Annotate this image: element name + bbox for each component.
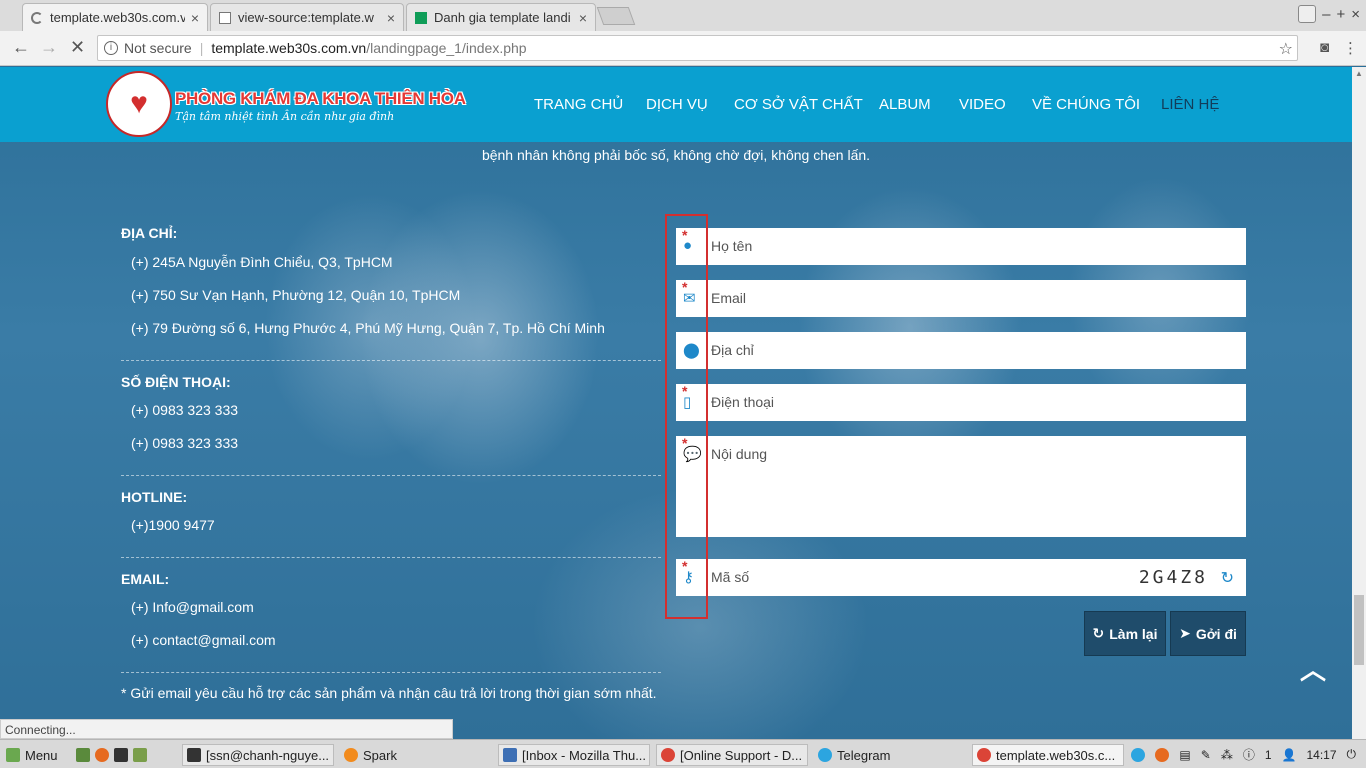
- address-line: (+) 245A Nguyễn Đình Chiểu, Q3, TpHCM: [131, 254, 393, 270]
- email-line: (+) contact@gmail.com: [131, 632, 276, 648]
- hotline-line: (+)1900 9477: [131, 517, 215, 533]
- divider: [121, 360, 661, 361]
- scroll-up-icon[interactable]: ▲: [1355, 69, 1363, 78]
- taskbar-item-thunderbird[interactable]: [Inbox - Mozilla Thu...: [498, 744, 650, 766]
- toolbar-icons: ◙ ⋮: [1320, 39, 1358, 57]
- chrome-menu-icon[interactable]: ⋮: [1343, 39, 1358, 57]
- quicklaunch: [72, 744, 151, 766]
- os-taskbar: Menu [ssn@chanh-nguye... Spark [Inbox - …: [0, 739, 1366, 768]
- close-tab-icon[interactable]: ×: [579, 10, 587, 26]
- name-input[interactable]: * ● Họ tên: [676, 227, 1246, 265]
- phone-line: (+) 0983 323 333: [131, 435, 239, 451]
- minimize-icon[interactable]: –: [1322, 6, 1330, 23]
- pen-icon[interactable]: ✎: [1201, 748, 1211, 762]
- tab-danh-gia[interactable]: Danh gia template landi ×: [406, 3, 596, 31]
- taskbar-item-chrome-active[interactable]: template.web30s.c...: [972, 744, 1124, 766]
- start-menu-button[interactable]: Menu: [2, 744, 62, 766]
- spark-icon: [344, 748, 358, 762]
- scroll-to-top-icon[interactable]: ︿: [1300, 650, 1326, 687]
- mint-logo-icon: [6, 748, 20, 762]
- phone-line: (+) 0983 323 333: [131, 402, 239, 418]
- highlight-annotation-box: [665, 214, 708, 619]
- info-icon[interactable]: i: [104, 41, 118, 55]
- web-page: ♥ PHÒNG KHÁM ĐA KHOA THIÊN HÒA Tận tâm n…: [0, 67, 1352, 739]
- browser-tab-bar: template.web30s.com.vn × view-source:tem…: [0, 0, 1366, 31]
- desktop-icon[interactable]: [76, 748, 90, 762]
- thunderbird-icon: [503, 748, 517, 762]
- new-tab-button[interactable]: [596, 7, 636, 25]
- forward-icon[interactable]: →: [40, 37, 58, 58]
- address-line: (+) 79 Đường số 6, Hưng Phước 4, Phú Mỹ …: [131, 320, 605, 336]
- telegram-tray-icon[interactable]: [1131, 747, 1146, 762]
- reset-button[interactable]: ↻ Làm lại: [1084, 611, 1166, 656]
- power-icon[interactable]: ⏻: [1347, 747, 1357, 762]
- email-input[interactable]: * ✉ Email: [676, 279, 1246, 317]
- tab-template[interactable]: template.web30s.com.vn ×: [22, 3, 208, 31]
- support-note: * Gửi email yêu cầu hỗ trợ các sản phẩm …: [121, 685, 657, 701]
- submit-button[interactable]: ➤ Gởi đi: [1170, 611, 1246, 656]
- maximize-icon[interactable]: +: [1336, 6, 1345, 23]
- page-scrollbar[interactable]: ▲: [1352, 67, 1366, 739]
- address-input[interactable]: ⬤ Địa chỉ: [676, 332, 1246, 369]
- divider: [121, 475, 661, 476]
- taskbar-item-telegram[interactable]: Telegram: [814, 744, 964, 766]
- hotline-heading: HOTLINE:: [121, 489, 188, 505]
- taskbar-item-online-support[interactable]: [Online Support - D...: [656, 744, 808, 766]
- notification-icon[interactable]: ⓘ: [1243, 746, 1255, 763]
- chrome-icon: [977, 748, 991, 762]
- nav-video[interactable]: VIDEO: [959, 96, 1006, 113]
- nav-co-so-vat-chat[interactable]: CƠ SỞ VẬT CHẤT: [734, 96, 863, 113]
- system-tray: ▤ ✎ ⁂ ⓘ 1 👤 14:17 ⏻: [1131, 746, 1356, 763]
- captcha-image: 2G4Z8: [1138, 567, 1208, 588]
- phone-input[interactable]: * ▯ Điện thoại: [676, 383, 1246, 421]
- address-heading: ĐỊA CHỈ:: [121, 225, 178, 241]
- address-line: (+) 750 Sư Vạn Hạnh, Phường 12, Quận 10,…: [131, 287, 461, 303]
- clock[interactable]: 14:17: [1306, 748, 1336, 762]
- chrome-icon: [661, 748, 675, 762]
- terminal-icon[interactable]: [114, 748, 128, 762]
- refresh-captcha-icon[interactable]: ↻: [1221, 568, 1234, 588]
- taskbar-item-terminal[interactable]: [ssn@chanh-nguye...: [182, 744, 334, 766]
- terminal-icon: [187, 748, 201, 762]
- phone-heading: SỐ ĐIỆN THOẠI:: [121, 374, 231, 390]
- close-window-icon[interactable]: ×: [1351, 6, 1360, 23]
- browser-toolbar: ← → ✕ i Not secure | template.web30s.com…: [0, 31, 1366, 66]
- address-bar[interactable]: i Not secure | template.web30s.com.vn /l…: [97, 35, 1298, 61]
- captcha-input[interactable]: * ⚷ Mã số 2G4Z8 ↻: [676, 558, 1246, 596]
- close-tab-icon[interactable]: ×: [191, 10, 199, 26]
- divider: [121, 672, 661, 673]
- scrollbar-thumb[interactable]: [1354, 595, 1364, 665]
- divider: [121, 557, 661, 558]
- bookmark-star-icon[interactable]: ☆: [1279, 39, 1293, 59]
- camera-icon[interactable]: ◙: [1320, 39, 1329, 57]
- send-icon: ➤: [1179, 625, 1191, 641]
- keyboard-icon[interactable]: ▤: [1179, 748, 1190, 762]
- sheets-icon: [415, 11, 427, 24]
- back-icon[interactable]: ←: [12, 37, 30, 58]
- email-heading: EMAIL:: [121, 571, 170, 587]
- close-tab-icon[interactable]: ×: [387, 10, 395, 26]
- email-line: (+) Info@gmail.com: [131, 599, 254, 615]
- user-icon[interactable]: 👤: [1282, 748, 1297, 762]
- telegram-icon: [818, 748, 832, 762]
- tab-view-source[interactable]: view-source:template.w ×: [210, 3, 404, 31]
- folder-icon[interactable]: [133, 748, 147, 762]
- page-icon: [219, 11, 231, 24]
- status-bubble: Connecting...: [0, 719, 453, 739]
- firefox-icon[interactable]: [95, 748, 109, 762]
- network-icon[interactable]: ⁂: [1221, 748, 1233, 762]
- firefox-tray-icon[interactable]: [1155, 747, 1170, 762]
- taskbar-item-spark[interactable]: Spark: [340, 744, 490, 766]
- refresh-icon: ↻: [1092, 625, 1105, 641]
- loading-icon: [31, 11, 43, 24]
- profile-icon[interactable]: [1298, 5, 1317, 23]
- message-textarea[interactable]: * 💬 Nội dung: [676, 435, 1246, 537]
- nav-lien-he[interactable]: LIÊN HỆ: [1161, 96, 1219, 113]
- contact-info: ĐỊA CHỈ: (+) 245A Nguyễn Đình Chiểu, Q3,…: [121, 67, 661, 727]
- nav-ve-chung-toi[interactable]: VỀ CHÚNG TÔI: [1032, 96, 1140, 113]
- window-controls: – + ×: [1298, 5, 1360, 23]
- stop-icon[interactable]: ✕: [70, 37, 85, 58]
- nav-album[interactable]: ALBUM: [879, 96, 931, 113]
